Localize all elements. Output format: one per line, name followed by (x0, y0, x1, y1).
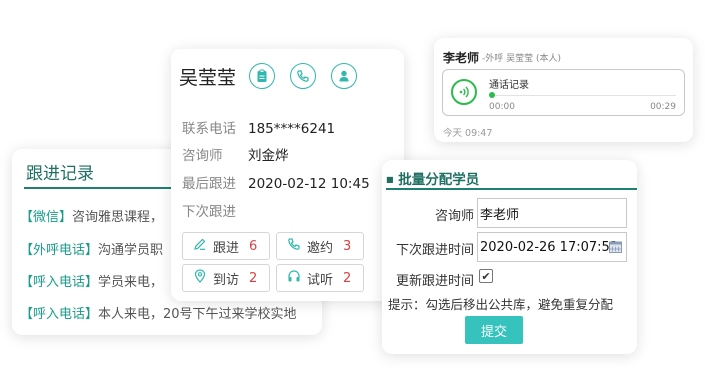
next-followup-datetime-input[interactable]: 2020-02-26 17:07:53 (477, 232, 627, 262)
info-phone: 联系电话 185****6241 (182, 117, 335, 137)
info-last-followup: 最后跟进 2020-02-12 10:45 (182, 172, 370, 192)
info-label: 咨询师 (182, 148, 223, 164)
followup-title: 跟进记录 (26, 164, 94, 184)
clipboard-icon[interactable] (249, 63, 275, 89)
info-label: 下次跟进 (182, 204, 236, 220)
datetime-value: 2020-02-26 17:07:53 (480, 239, 619, 255)
stat-label: 邀约 (307, 240, 334, 256)
followup-entry[interactable]: 【微信】咨询雅思课程， (20, 206, 163, 225)
progress-handle[interactable] (489, 92, 495, 98)
headphones-icon (287, 269, 301, 287)
stat-count: 6 (249, 238, 258, 254)
consultant-label: 咨询师 (434, 209, 474, 224)
time-end: 00:29 (650, 102, 676, 112)
info-next-followup: 下次跟进 (182, 200, 248, 220)
calendar-icon[interactable] (609, 241, 622, 257)
batch-assign-card: ■ 批量分配学员 咨询师 李老师 下次跟进时间 2020-02-26 17:07… (382, 160, 637, 354)
followup-entry[interactable]: 【外呼电话】沟通学员职 (20, 239, 163, 258)
entry-tag: 【外呼电话】 (20, 243, 99, 258)
consultant-input-value: 李老师 (480, 207, 520, 223)
student-card: 吴莹莹 联系电话 185****6241 咨询师 刘金烨 最后跟进 2020-02-1… (171, 49, 404, 301)
entry-tag: 【呼入电话】 (20, 307, 99, 322)
entry-text: 咨询雅思课程， (72, 210, 164, 225)
trial-count-button[interactable]: 试听 2 (276, 264, 364, 292)
phone-icon[interactable] (290, 63, 316, 89)
next-followup-label: 下次跟进时间 (395, 243, 474, 258)
consultant-input[interactable]: 李老师 (477, 198, 627, 228)
stat-label: 到访 (213, 272, 240, 288)
assign-title-text: 批量分配学员 (398, 172, 480, 188)
stat-label: 跟进 (213, 240, 240, 256)
person-icon[interactable] (331, 63, 357, 89)
update-followup-checkbox[interactable]: ✔ (479, 269, 493, 283)
stat-count: 3 (343, 238, 352, 254)
entry-tag: 【微信】 (20, 210, 73, 225)
entry-text: 学员来电， (98, 275, 164, 290)
caller-name: 李老师 (443, 51, 480, 65)
divider (386, 188, 637, 190)
pencil-icon (193, 237, 207, 255)
assign-title: ■ 批量分配学员 (386, 168, 479, 188)
stat-count: 2 (343, 270, 352, 286)
entry-text: 本人来电，20号下午过来学校实地 (98, 307, 297, 322)
entry-text: 沟通学员职 (98, 243, 164, 258)
call-record-card: 李老师 -外呼 吴莹莹 (本人) 通话记录 00:00 00:29 今天 09:… (434, 38, 693, 142)
tip-text: 提示：勾选后移出公共库，避免重复分配 (388, 297, 614, 312)
followup-entry[interactable]: 【呼入电话】本人来电，20号下午过来学校实地 (20, 303, 297, 322)
student-name: 吴莹莹 (179, 67, 237, 89)
submit-button[interactable]: 提交 (465, 316, 523, 344)
stat-label: 试听 (307, 272, 334, 288)
location-pin-icon (193, 269, 207, 287)
info-consultant: 咨询师 刘金烨 (182, 144, 289, 164)
call-meta: -外呼 吴莹莹 (本人) (482, 54, 561, 64)
player-title: 通话记录 (489, 80, 529, 91)
time-start: 00:00 (489, 102, 515, 112)
info-label: 最后跟进 (182, 176, 236, 192)
audio-player: 通话记录 00:00 00:29 (442, 69, 685, 116)
followup-entry[interactable]: 【呼入电话】学员来电， (20, 271, 163, 290)
update-followup-label: 更新跟进时间 (395, 274, 474, 289)
consultant-value: 刘金烨 (248, 148, 289, 164)
phone-value: 185****6241 (248, 121, 336, 137)
play-audio-icon[interactable] (451, 79, 477, 105)
followup-count-button[interactable]: 跟进 6 (182, 232, 270, 260)
entry-tag: 【呼入电话】 (20, 275, 99, 290)
visit-count-button[interactable]: 到访 2 (182, 264, 270, 292)
last-followup-value: 2020-02-12 10:45 (248, 176, 370, 192)
square-bullet-icon: ■ (386, 175, 394, 184)
phone-icon (287, 237, 301, 255)
stat-count: 2 (249, 270, 258, 286)
call-timestamp: 今天 09:47 (443, 128, 493, 139)
progress-track[interactable] (489, 95, 676, 96)
info-label: 联系电话 (182, 121, 236, 137)
invite-count-button[interactable]: 邀约 3 (276, 232, 364, 260)
